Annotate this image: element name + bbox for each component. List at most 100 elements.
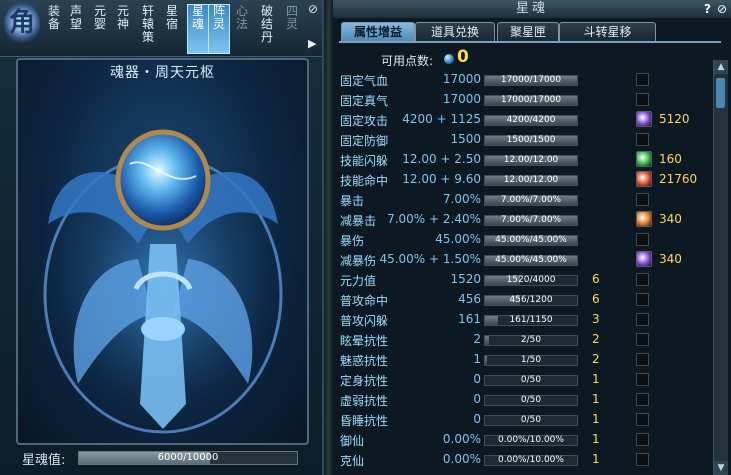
stat-count: 2: [592, 352, 600, 366]
tab-8[interactable]: 心法: [232, 5, 252, 53]
soul-artifact-image: [28, 129, 298, 439]
available-points-label: 可用点数:: [381, 54, 434, 68]
purple-gem-icon[interactable]: [636, 251, 652, 267]
stat-checkbox[interactable]: [636, 333, 649, 346]
stat-checkbox[interactable]: [636, 233, 649, 246]
stat-progress-bar: 4200/4200: [484, 115, 578, 126]
stat-row: 御仙 0.00% 0.00%/10.00% 1: [333, 430, 711, 450]
stat-name: 虚弱抗性: [340, 394, 389, 408]
stat-checkbox[interactable]: [636, 353, 649, 366]
tab-10[interactable]: 四灵: [282, 5, 302, 53]
help-button[interactable]: ?: [704, 2, 711, 16]
stat-row: 技能命中 12.00 + 9.60 12.00/12.00 21760: [333, 170, 711, 190]
stat-progress-text: 17000/17000: [500, 95, 562, 105]
stat-progress-text: 1/50: [520, 355, 542, 365]
stat-progress-text: 4200/4200: [506, 115, 556, 125]
star-soul-window: 星魂 ? ⊘ 属性增益 道具兑换 聚星匣 斗转星移 可用点数: 0 固定气血 17000…: [333, 0, 731, 475]
close-icon[interactable]: ⊘: [306, 2, 320, 16]
stat-row: 固定真气 17000 17000/17000: [333, 90, 711, 110]
tab-label: 四灵: [285, 4, 298, 31]
scroll-thumb[interactable]: [716, 78, 725, 108]
stat-progress-bar: 2/50: [484, 335, 578, 346]
collapse-arrow-icon[interactable]: ▶: [308, 37, 316, 50]
stat-name: 暴击: [340, 194, 365, 208]
stat-name: 固定真气: [340, 94, 389, 108]
stat-name: 眩晕抗性: [340, 334, 389, 348]
stat-count: 6: [592, 272, 600, 286]
stat-value: 456: [458, 292, 481, 306]
stat-row: 昏睡抗性 0 0/50 1: [333, 410, 711, 430]
scrollbar[interactable]: ▲ ▼: [713, 60, 728, 475]
stat-name: 固定攻击: [340, 114, 389, 128]
tab-underline: [339, 41, 721, 43]
tab-2[interactable]: 元婴: [90, 5, 110, 53]
stat-cost: 21760: [659, 172, 698, 186]
tab-2[interactable]: 聚星匣: [497, 22, 559, 42]
tab-3[interactable]: 斗转星移: [559, 22, 656, 42]
stat-progress-bar: 0/50: [484, 415, 578, 426]
purple-gem-icon[interactable]: [636, 111, 652, 127]
scroll-down-icon[interactable]: ▼: [714, 461, 728, 475]
scroll-up-icon[interactable]: ▲: [714, 60, 728, 74]
stat-checkbox[interactable]: [636, 313, 649, 326]
tab-3[interactable]: 元神: [113, 5, 133, 53]
stat-progress-text: 17000/17000: [500, 75, 562, 85]
stat-progress-bar: 1/50: [484, 355, 578, 366]
close-icon[interactable]: ⊘: [717, 2, 727, 16]
stat-progress-bar: 45.00%/45.00%: [484, 255, 578, 266]
tab-4[interactable]: 轩辕策: [138, 5, 158, 53]
stat-checkbox[interactable]: [636, 293, 649, 306]
stat-row: 暴伤 45.00% 45.00%/45.00%: [333, 230, 711, 250]
stat-checkbox[interactable]: [636, 93, 649, 106]
available-points-value: 0: [457, 47, 469, 67]
tab-0[interactable]: 装备: [44, 5, 64, 53]
character-emblem-icon[interactable]: 角: [4, 2, 40, 46]
stat-checkbox[interactable]: [636, 433, 649, 446]
stat-row: 眩晕抗性 2 2/50 2: [333, 330, 711, 350]
tab-label: 元神: [116, 4, 129, 31]
stat-row: 克仙 0.00% 0.00%/10.00% 1: [333, 450, 711, 470]
stat-value: 0.00%: [442, 452, 481, 466]
window-gap: [324, 0, 333, 475]
stat-progress-text: 12.00/12.00: [503, 155, 559, 165]
soul-value-bar: 6000/10000: [78, 451, 298, 465]
stat-checkbox[interactable]: [636, 73, 649, 86]
stat-value: 0: [473, 392, 481, 406]
orange-gem-icon[interactable]: [636, 211, 652, 227]
stat-checkbox[interactable]: [636, 193, 649, 206]
stat-value: 45.00% + 1.50%: [379, 252, 481, 266]
stat-checkbox[interactable]: [636, 373, 649, 386]
tab-1[interactable]: 声望: [66, 5, 86, 53]
stat-value: 12.00 + 9.60: [402, 172, 481, 186]
artifact-display: 魂器・周天元枢: [16, 58, 309, 445]
stat-count: 1: [592, 412, 600, 426]
tab-6[interactable]: 星魂: [187, 4, 209, 54]
vertical-tab-bar: 角 装备 声望 元婴 元神 轩辕策 星宿 星魂 阵灵 心法 破结丹 四灵 ⊘ ▶: [0, 0, 322, 57]
tab-7[interactable]: 阵灵: [208, 4, 230, 54]
tab-label: 阵灵: [212, 4, 225, 31]
stat-cost: 340: [659, 212, 682, 226]
tab-5[interactable]: 星宿: [162, 5, 182, 53]
stat-name: 昏睡抗性: [340, 414, 389, 428]
stat-name: 技能命中: [340, 174, 389, 188]
stat-cost: 160: [659, 152, 682, 166]
stat-row: 普攻命中 456 456/1200 6: [333, 290, 711, 310]
tab-9[interactable]: 破结丹: [257, 5, 277, 53]
red-gem-icon[interactable]: [636, 171, 652, 187]
tab-1[interactable]: 道具兑换: [415, 22, 495, 42]
stat-checkbox[interactable]: [636, 273, 649, 286]
stat-progress-text: 456/1200: [509, 295, 553, 305]
tab-label: 轩辕策: [141, 4, 154, 44]
stat-checkbox[interactable]: [636, 393, 649, 406]
stat-name: 普攻闪躲: [340, 314, 389, 328]
stat-progress-text: 1520/4000: [506, 275, 556, 285]
stat-row: 减暴伤 45.00% + 1.50% 45.00%/45.00% 340: [333, 250, 711, 270]
tab-0[interactable]: 属性增益: [341, 22, 415, 42]
stat-checkbox[interactable]: [636, 133, 649, 146]
green-gem-icon[interactable]: [636, 151, 652, 167]
stat-value: 161: [458, 312, 481, 326]
stat-checkbox[interactable]: [636, 453, 649, 466]
stat-checkbox[interactable]: [636, 413, 649, 426]
soul-value-label: 星魂值:: [22, 453, 66, 468]
stat-value: 7.00% + 2.40%: [387, 212, 481, 226]
